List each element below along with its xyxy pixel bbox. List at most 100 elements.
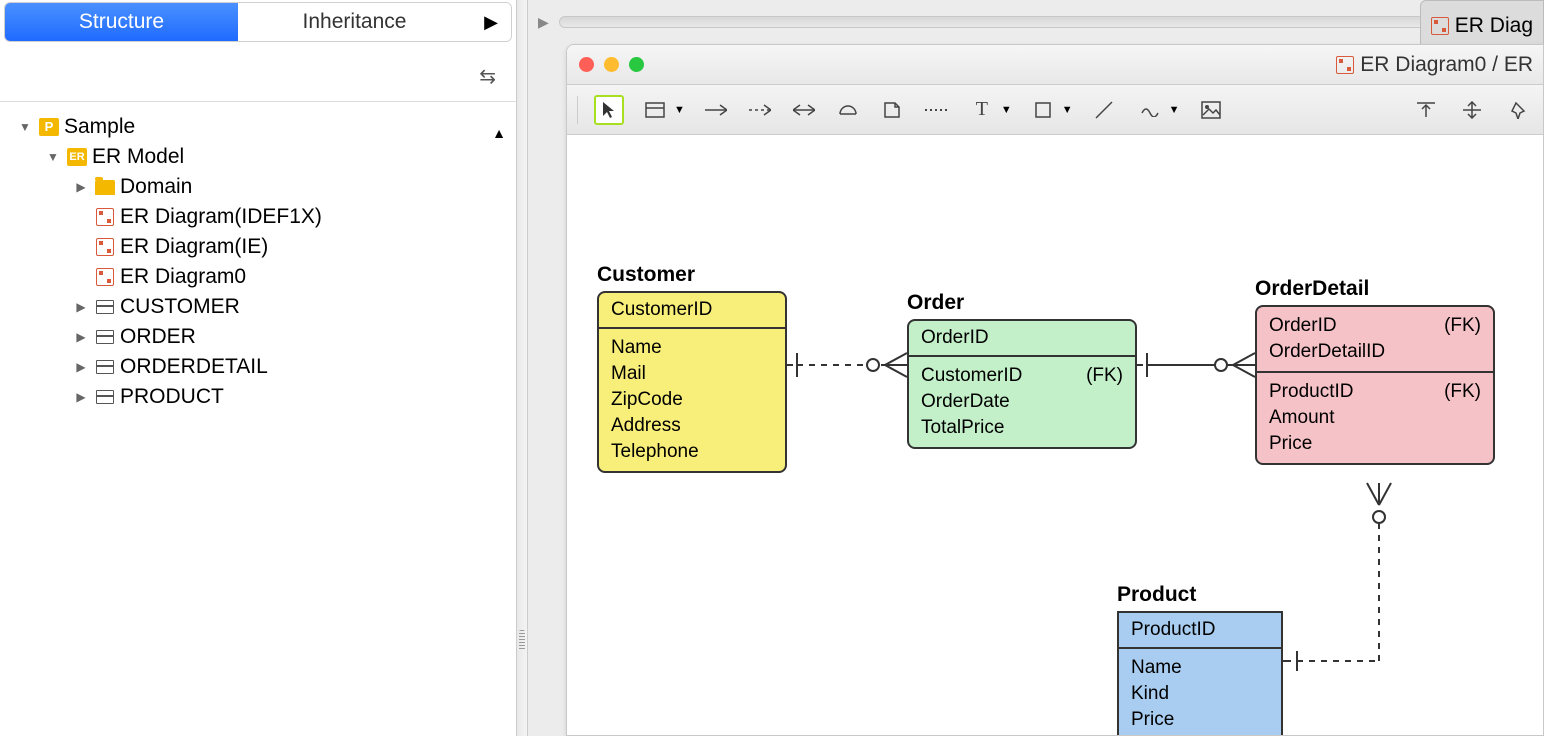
wave-icon: [1140, 103, 1160, 117]
align-mid-icon: [1463, 101, 1481, 119]
line-tool[interactable]: [1089, 95, 1119, 125]
subtype-icon: [838, 104, 858, 116]
pin-tool[interactable]: [1503, 95, 1533, 125]
editor-area: ▶ ER Diag ER Diagram0 / ER: [528, 0, 1544, 736]
mm-icon: [793, 104, 815, 116]
toggle-icon[interactable]: [72, 382, 90, 412]
freehand-tool[interactable]: [1135, 95, 1165, 125]
tree-toolbar: ⇆: [0, 52, 516, 102]
cursor-icon: [601, 101, 617, 119]
tree-label: Domain: [120, 172, 192, 202]
tree-label: ER Diagram(IDEF1X): [120, 202, 322, 232]
subtype-tool[interactable]: [833, 95, 863, 125]
diagram-icon: [96, 238, 114, 256]
tree-node-orderdetail[interactable]: ORDERDETAIL: [8, 352, 508, 382]
entity-orderdetail[interactable]: OrderID(FK) OrderDetailID ProductID(FK) …: [1255, 305, 1495, 465]
tree-node-diagram-ie[interactable]: ER Diagram(IE): [8, 232, 508, 262]
tree-node-product[interactable]: PRODUCT: [8, 382, 508, 412]
editor-tab-label: ER Diag: [1455, 14, 1533, 38]
collapse-arrow-icon[interactable]: ▲: [492, 125, 506, 141]
toggle-icon[interactable]: [72, 322, 90, 352]
tab-structure[interactable]: Structure: [5, 3, 238, 41]
tree-node-order[interactable]: ORDER: [8, 322, 508, 352]
many-many-rel-tool[interactable]: [789, 95, 819, 125]
toggle-icon[interactable]: [72, 172, 90, 202]
ermodel-icon: ER: [67, 148, 87, 166]
rel-dash-icon: [749, 104, 771, 116]
identifying-rel-tool[interactable]: [701, 95, 731, 125]
toggle-icon[interactable]: [72, 292, 90, 322]
pk-field: OrderID: [921, 327, 989, 348]
pk-field: ProductID: [1131, 619, 1215, 640]
top-strip: ▶ ER Diag: [528, 0, 1544, 44]
entity-customer[interactable]: CustomerID Name Mail ZipCode Address Tel…: [597, 291, 787, 473]
diagram-icon: [1336, 56, 1354, 74]
top-scrollbar[interactable]: [559, 16, 1534, 28]
select-tool-button[interactable]: [594, 95, 624, 125]
window-title: ER Diagram0 / ER: [1336, 53, 1533, 77]
dropdown-icon[interactable]: ▼: [1001, 104, 1012, 116]
window-titlebar[interactable]: ER Diagram0 / ER: [567, 45, 1543, 85]
attr: Price: [1269, 431, 1312, 457]
tree-label: Sample: [64, 112, 135, 142]
tree-node-ermodel[interactable]: ER ER Model: [8, 142, 508, 172]
diagram-canvas[interactable]: Customer CustomerID Name Mail ZipCode Ad…: [567, 135, 1543, 735]
diagram-window: ER Diagram0 / ER ▼ T ▼: [566, 44, 1544, 736]
entity-order[interactable]: OrderID CustomerID(FK) OrderDate TotalPr…: [907, 319, 1137, 449]
structure-panel: Structure Inheritance ▶ ⇆ ▲ P Sample ER …: [0, 0, 516, 736]
panel-tabs: Structure Inheritance ▶: [4, 2, 512, 42]
fk-label: (FK): [1086, 363, 1123, 389]
dropdown-icon[interactable]: ▼: [1169, 104, 1180, 116]
folder-icon: [95, 180, 115, 195]
attr: Amount: [1269, 405, 1334, 431]
table-icon: [96, 390, 114, 404]
sync-icon[interactable]: ⇆: [479, 64, 496, 89]
entity-tool-button[interactable]: [640, 95, 670, 125]
text-icon: T: [976, 98, 988, 121]
attr: Name: [1131, 655, 1182, 681]
align-top-tool[interactable]: [1411, 95, 1441, 125]
image-tool[interactable]: [1196, 95, 1226, 125]
nonidentifying-rel-tool[interactable]: [745, 95, 775, 125]
rel-icon: [705, 104, 727, 116]
entity-title-orderdetail: OrderDetail: [1255, 277, 1369, 301]
tree-label: ER Model: [92, 142, 184, 172]
toggle-icon[interactable]: [72, 352, 90, 382]
editor-tab-er-diag[interactable]: ER Diag: [1420, 0, 1544, 44]
line-icon: [1094, 100, 1114, 120]
tree-node-diagram-idef1x[interactable]: ER Diagram(IDEF1X): [8, 202, 508, 232]
table-icon: [96, 360, 114, 374]
rect-icon: [1034, 101, 1052, 119]
dropdown-icon[interactable]: ▼: [1062, 104, 1073, 116]
toggle-icon[interactable]: [16, 112, 34, 142]
tree-node-sample[interactable]: P Sample: [8, 112, 508, 142]
attr: ZipCode: [611, 387, 683, 413]
tree-node-domain[interactable]: Domain: [8, 172, 508, 202]
splitter-grip-icon: [519, 630, 525, 650]
text-tool[interactable]: T: [967, 95, 997, 125]
toggle-icon[interactable]: [44, 142, 62, 172]
entity-icon: [645, 102, 665, 118]
minimize-window-button[interactable]: [604, 57, 619, 72]
attr: Mail: [611, 361, 646, 387]
toolbar-separator: [577, 96, 578, 124]
rect-tool[interactable]: [1028, 95, 1058, 125]
entity-title-customer: Customer: [597, 263, 695, 287]
dependency-tool[interactable]: [921, 95, 951, 125]
entity-product[interactable]: ProductID Name Kind Price: [1117, 611, 1283, 736]
align-middle-tool[interactable]: [1457, 95, 1487, 125]
vertical-splitter[interactable]: [516, 0, 528, 736]
tab-more-arrow-icon[interactable]: ▶: [471, 3, 511, 41]
close-window-button[interactable]: [579, 57, 594, 72]
note-tool[interactable]: [877, 95, 907, 125]
tree-node-diagram0[interactable]: ER Diagram0: [8, 262, 508, 292]
attr: Kind: [1131, 681, 1169, 707]
tab-inheritance[interactable]: Inheritance: [238, 3, 471, 41]
attr: OrderDate: [921, 389, 1010, 415]
attr: TotalPrice: [921, 415, 1004, 441]
tree-node-customer[interactable]: CUSTOMER: [8, 292, 508, 322]
zoom-window-button[interactable]: [629, 57, 644, 72]
attr: ProductID: [1269, 379, 1353, 405]
dock-handle-icon[interactable]: ▶: [538, 14, 549, 31]
dropdown-icon[interactable]: ▼: [674, 104, 685, 116]
